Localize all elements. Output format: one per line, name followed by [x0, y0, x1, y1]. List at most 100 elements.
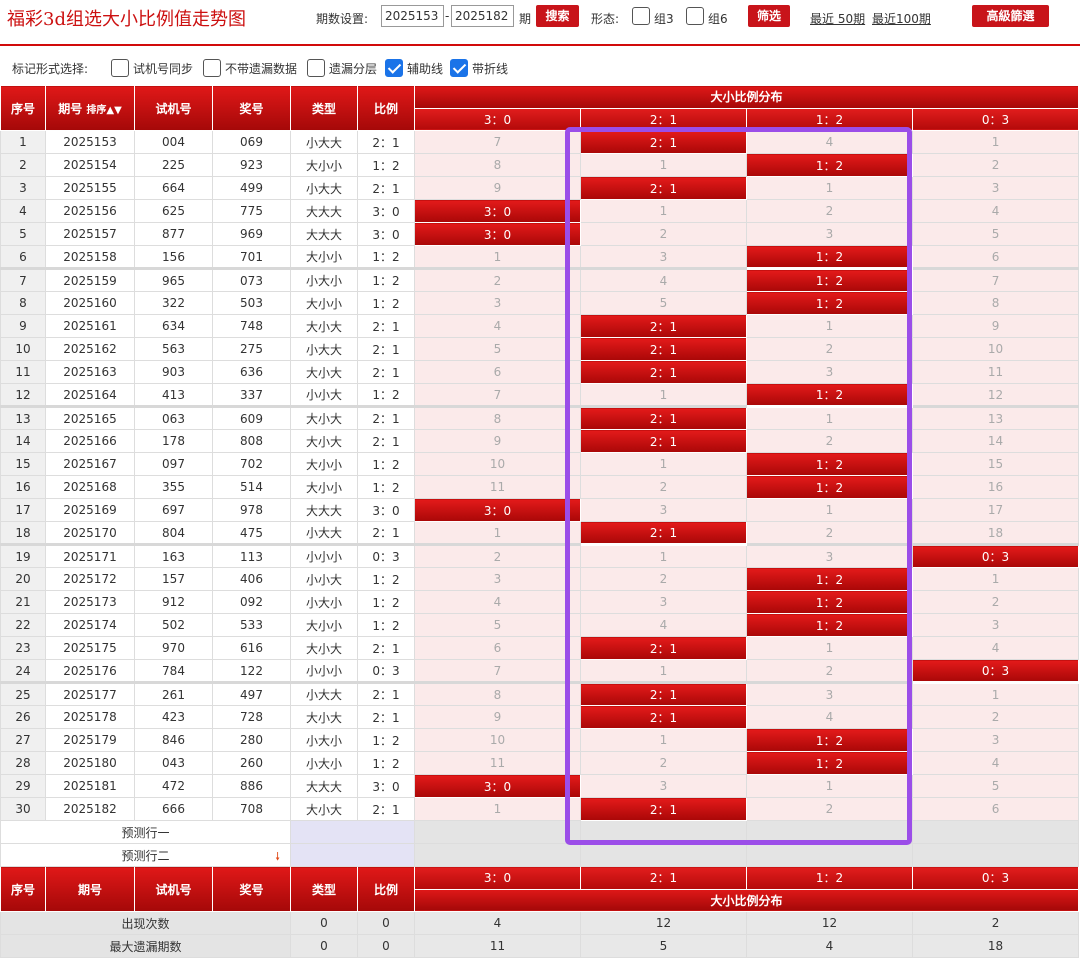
dist-missing-cell: 1 [746, 314, 913, 338]
table-row[interactable]: 7 2025159 965 073 小大小 1：2 2 4 1：2 7 [0, 268, 1080, 292]
table-row[interactable]: 11 2025163 903 636 大小大 2：1 6 2：1 3 11 [0, 360, 1080, 384]
table-row[interactable]: 21 2025173 912 092 小大小 1：2 4 3 1：2 2 [0, 590, 1080, 614]
row-type: 大小大 [290, 636, 358, 660]
row-ratio: 1：2 [357, 475, 415, 499]
table-row[interactable]: 14 2025166 178 808 大小大 2：1 9 2：1 2 14 [0, 429, 1080, 453]
aux-line-checkbox[interactable] [385, 59, 403, 77]
table-row[interactable]: 28 2025180 043 260 小大小 1：2 11 2 1：2 4 [0, 751, 1080, 775]
period-from-input[interactable] [381, 5, 444, 27]
row-test-number: 784 [134, 659, 213, 684]
footer-header-ratio-30: 3：0 [414, 866, 581, 890]
row-ratio: 2：1 [357, 314, 415, 338]
row-index: 28 [0, 751, 46, 775]
row-type: 大小大 [290, 360, 358, 384]
col-header-issue[interactable]: 期号 排序▲▼ [45, 85, 135, 131]
table-row[interactable]: 30 2025182 666 708 大小大 2：1 1 2：1 2 6 [0, 797, 1080, 821]
recent-100-link[interactable]: 最近100期 [872, 10, 931, 27]
table-row[interactable]: 2 2025154 225 923 大小小 1：2 8 1 1：2 2 [0, 153, 1080, 177]
predict-row-1-input[interactable] [290, 820, 415, 844]
table-row[interactable]: 17 2025169 697 978 大大大 3：0 3：0 3 1 17 [0, 498, 1080, 522]
stats-value: 5 [580, 934, 747, 958]
row-index: 26 [0, 705, 46, 729]
row-type: 大小小 [290, 475, 358, 499]
table-row[interactable]: 25 2025177 261 497 小大大 2：1 8 2：1 3 1 [0, 682, 1080, 706]
row-index: 29 [0, 774, 46, 798]
row-prize-number: 978 [212, 498, 291, 522]
table-row[interactable]: 12 2025164 413 337 小小大 1：2 7 1 1：2 12 [0, 383, 1080, 408]
predict-row-1-cell[interactable] [911, 820, 1080, 844]
table-row[interactable]: 1 2025153 004 069 小大大 2：1 7 2：1 4 1 [0, 130, 1080, 154]
arrow-down-icon[interactable]: 🠗 [275, 848, 280, 866]
table-row[interactable]: 23 2025175 970 616 大小大 2：1 6 2：1 1 4 [0, 636, 1080, 660]
table-row[interactable]: 26 2025178 423 728 大小大 2：1 9 2：1 4 2 [0, 705, 1080, 729]
recent-50-link[interactable]: 最近 50期 [810, 10, 865, 27]
table-row[interactable]: 16 2025168 355 514 大小小 1：2 11 2 1：2 16 [0, 475, 1080, 499]
dist-missing-cell: 7 [414, 659, 581, 684]
table-row[interactable]: 24 2025176 784 122 小小小 0：3 7 1 2 0：3 [0, 659, 1080, 684]
table-row[interactable]: 27 2025179 846 280 小大小 1：2 10 1 1：2 3 [0, 728, 1080, 752]
row-issue: 2025167 [45, 452, 135, 476]
row-test-number: 355 [134, 475, 213, 499]
dist-hit-cell: 1：2 [746, 268, 913, 292]
dist-hit-cell: 1：2 [746, 383, 913, 408]
table-row[interactable]: 15 2025167 097 702 大小小 1：2 10 1 1：2 15 [0, 452, 1080, 476]
row-prize-number: 636 [212, 360, 291, 384]
table-row[interactable]: 29 2025181 472 886 大大大 3：0 3：0 3 1 5 [0, 774, 1080, 798]
row-index: 21 [0, 590, 46, 614]
period-to-input[interactable] [451, 5, 514, 27]
row-prize-number: 122 [212, 659, 291, 684]
dist-hit-cell: 2：1 [580, 130, 747, 154]
no-missing-label: 不带遗漏数据 [225, 62, 298, 76]
search-button[interactable]: 搜索 [536, 5, 579, 27]
table-row[interactable]: 20 2025172 157 406 小小大 1：2 3 2 1：2 1 [0, 567, 1080, 591]
table-row[interactable]: 18 2025170 804 475 小大大 2：1 1 2：1 2 18 [0, 521, 1080, 546]
predict-row-2-cell[interactable] [414, 843, 581, 867]
group6-checkbox[interactable] [686, 7, 704, 25]
table-row[interactable]: 3 2025155 664 499 小大大 2：1 9 2：1 1 3 [0, 176, 1080, 200]
dist-missing-cell: 3 [580, 774, 747, 798]
row-type: 小大小 [290, 751, 358, 775]
predict-row-1-cell[interactable] [746, 820, 913, 844]
group3-checkbox[interactable] [632, 7, 650, 25]
predict-row-2-cell[interactable] [580, 843, 747, 867]
table-row[interactable]: 5 2025157 877 969 大大大 3：0 3：0 2 3 5 [0, 222, 1080, 246]
predict-row-2-label[interactable]: 预测行二 🠗 [0, 843, 291, 867]
table-row[interactable]: 22 2025174 502 533 大小小 1：2 5 4 1：2 3 [0, 613, 1080, 637]
no-missing-checkbox[interactable] [203, 59, 221, 77]
dist-missing-cell: 2 [580, 751, 747, 775]
table-row[interactable]: 4 2025156 625 775 大大大 3：0 3：0 1 2 4 [0, 199, 1080, 223]
predict-row-1-cell[interactable] [580, 820, 747, 844]
row-ratio: 3：0 [357, 199, 415, 223]
dist-missing-cell: 1 [746, 176, 913, 200]
row-ratio: 2：1 [357, 682, 415, 706]
table-row[interactable]: 6 2025158 156 701 大小小 1：2 1 3 1：2 6 [0, 245, 1080, 270]
predict-row-1-label[interactable]: 预测行一 [0, 820, 291, 844]
table-row[interactable]: 10 2025162 563 275 小大大 2：1 5 2：1 2 10 [0, 337, 1080, 361]
dist-missing-cell: 3 [911, 176, 1080, 200]
row-test-number: 970 [134, 636, 213, 660]
polyline-checkbox[interactable] [450, 59, 468, 77]
advanced-filter-button[interactable]: 高級篩選 [972, 5, 1049, 27]
row-type: 小大小 [290, 268, 358, 292]
row-issue: 2025177 [45, 682, 135, 706]
table-row[interactable]: 9 2025161 634 748 大小大 2：1 4 2：1 1 9 [0, 314, 1080, 338]
predict-row-1-cell[interactable] [414, 820, 581, 844]
table-row[interactable]: 8 2025160 322 503 大小小 1：2 3 5 1：2 8 [0, 291, 1080, 315]
sort-icon[interactable]: 排序▲▼ [86, 105, 121, 116]
dist-missing-cell: 2 [911, 153, 1080, 177]
predict-row-2-cell[interactable] [746, 843, 913, 867]
dist-missing-cell: 2 [746, 429, 913, 453]
table-row[interactable]: 13 2025165 063 609 大小大 2：1 8 2：1 1 13 [0, 406, 1080, 430]
dist-missing-cell: 2 [911, 590, 1080, 614]
row-ratio: 2：1 [357, 406, 415, 430]
row-issue: 2025178 [45, 705, 135, 729]
predict-row-2-cell[interactable] [911, 843, 1080, 867]
row-index: 7 [0, 268, 46, 292]
table-row[interactable]: 19 2025171 163 113 小小小 0：3 2 1 3 0：3 [0, 544, 1080, 568]
predict-row-2-input[interactable] [290, 843, 415, 867]
dist-missing-cell: 2 [580, 222, 747, 246]
test-sync-checkbox[interactable] [111, 59, 129, 77]
row-issue: 2025160 [45, 291, 135, 315]
missing-layer-checkbox[interactable] [307, 59, 325, 77]
filter-button[interactable]: 筛选 [748, 5, 790, 27]
